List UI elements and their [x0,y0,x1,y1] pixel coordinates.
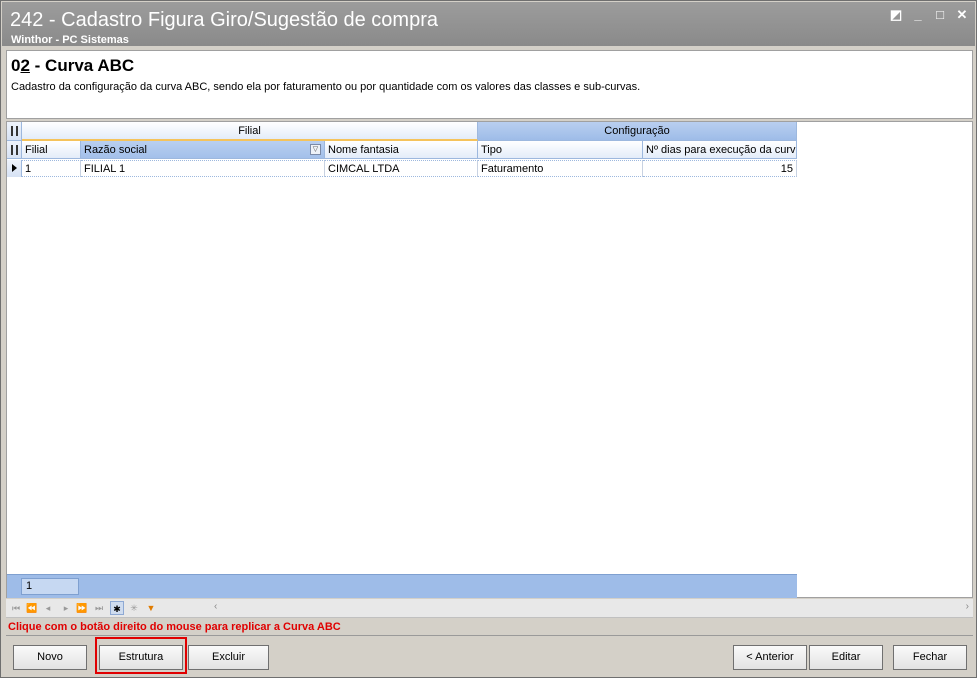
hint-text: Clique com o botão direito do mouse para… [8,621,341,633]
page-title-number-b: 2 [20,56,30,75]
page-title-text: - Curva ABC [29,56,135,75]
column-header-razao-social-label: Razão social [84,144,147,156]
row-selector-header-icon[interactable] [7,141,22,159]
window-controls: ◩ _ □ ✕ [889,8,969,22]
cell-filial[interactable]: 1 [22,160,81,177]
column-header-tipo[interactable]: Tipo [478,141,643,159]
title-bar: 242 - Cadastro Figura Giro/Sugestão de c… [2,2,975,46]
filter-icon[interactable]: ▽ [310,144,321,155]
cell-nome-fantasia[interactable]: CIMCAL LTDA [325,160,478,177]
cell-tipo[interactable]: Faturamento [478,160,643,177]
maximize-icon[interactable]: □ [933,8,947,22]
band-filial[interactable]: Filial [22,122,478,141]
scroll-left-icon[interactable]: ‹ [214,601,217,612]
first-page-icon[interactable]: ⏮ [9,601,23,615]
minimize-icon[interactable]: _ [911,8,925,22]
restore-layout-icon[interactable]: ◩ [889,8,903,22]
close-icon[interactable]: ✕ [955,8,969,22]
cell-razao-social[interactable]: FILIAL 1 [81,160,325,177]
page-description: Cadastro da configuração da curva ABC, s… [11,81,641,93]
insert-record-icon[interactable]: ✱ [110,601,124,615]
excluir-button[interactable]: Excluir [188,645,269,670]
estrutura-button[interactable]: Estrutura [99,645,183,670]
novo-button[interactable]: Novo [13,645,87,670]
column-chooser-icon[interactable] [7,122,22,141]
page-header: 02 - Curva ABC Cadastro da configuração … [6,50,973,119]
filter-icon[interactable]: ▼ [144,601,158,615]
grid-navigator: ⏮ ⏪ ◂ ▸ ⏩ ⏭ ✱ ✳ ▼ ‹ › [6,599,973,618]
scroll-right-icon[interactable]: › [966,601,969,612]
table-row[interactable]: 1 FILIAL 1 CIMCAL LTDA Faturamento 15 [7,160,797,177]
previous-page-icon[interactable]: ⏪ [25,601,39,615]
next-page-icon[interactable]: ⏩ [75,601,89,615]
last-page-icon[interactable]: ⏭ [92,601,106,615]
column-header-dias[interactable]: Nº dias para execução da curv [643,141,797,159]
band-configuracao[interactable]: Configuração [478,122,797,141]
next-record-icon[interactable]: ▸ [59,601,73,615]
cell-dias[interactable]: 15 [643,160,797,177]
editar-button[interactable]: Editar [809,645,883,670]
fechar-button[interactable]: Fechar [893,645,967,670]
append-record-icon[interactable]: ✳ [127,601,141,615]
data-grid-area: Filial Configuração Filial Razão social … [6,121,973,598]
button-bar: Novo Estrutura Excluir < Anterior Editar… [6,635,973,674]
anterior-button[interactable]: < Anterior [733,645,807,670]
window-subtitle: Winthor - PC Sistemas [11,34,129,46]
column-header-razao-social[interactable]: Razão social ▽ [81,141,325,159]
window-title: 242 - Cadastro Figura Giro/Sugestão de c… [10,9,438,31]
column-header-filial[interactable]: Filial [22,141,81,159]
page-title: 02 - Curva ABC [11,56,134,76]
previous-record-icon[interactable]: ◂ [41,601,55,615]
column-header-nome-fantasia[interactable]: Nome fantasia [325,141,478,159]
grid-footer: 1 [7,574,797,598]
record-count: 1 [21,578,79,595]
main-window: 242 - Cadastro Figura Giro/Sugestão de c… [0,0,977,678]
